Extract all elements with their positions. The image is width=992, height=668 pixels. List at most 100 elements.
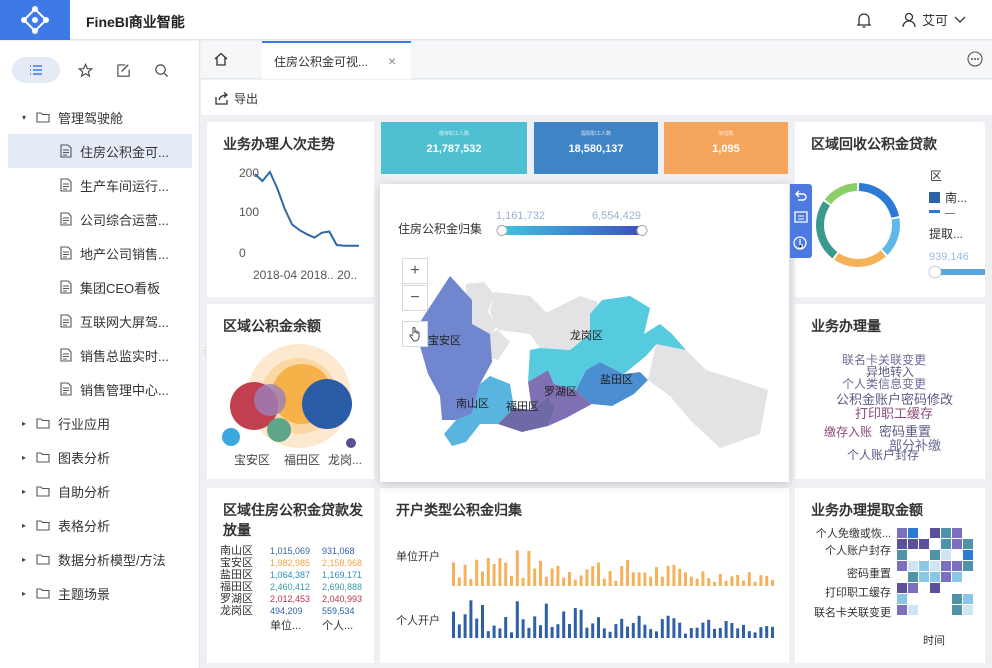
- app-logo[interactable]: [0, 0, 70, 40]
- bar-personal: [533, 616, 537, 638]
- caret-right-icon[interactable]: ▸: [22, 555, 30, 564]
- word-5: 缴存入账: [824, 425, 873, 439]
- bar-personal: [562, 611, 566, 638]
- sidebar-item-14[interactable]: ▸ 主题场景: [0, 576, 200, 610]
- sidebar-tab-edit[interactable]: [110, 57, 136, 83]
- bar-unit: [608, 570, 612, 586]
- sidebar-item-10[interactable]: ▸ 图表分析: [0, 440, 200, 474]
- bar-unit: [631, 572, 635, 586]
- balance-card: 区域公积金余额 宝安区 福田区 龙岗...: [207, 304, 374, 479]
- more-icon[interactable]: [967, 51, 983, 70]
- bar-personal: [707, 619, 711, 638]
- bar-personal: [689, 628, 693, 638]
- bar-unit: [684, 572, 687, 586]
- sidebar-item-label: 销售总监实时...: [80, 348, 169, 364]
- bar-personal: [759, 627, 763, 638]
- export-button[interactable]: 导出: [215, 90, 258, 107]
- sidebar-item-0[interactable]: ▾ 管理驾驶舱: [0, 100, 200, 134]
- kpi-tile-1[interactable]: 提取职工人数 18,580,137: [534, 122, 658, 174]
- top-bar: FineBI商业智能 艾可: [0, 0, 992, 40]
- bar-unit: [521, 577, 525, 586]
- kpi-tile-0[interactable]: 缴存职工人数 21,787,532: [381, 122, 527, 174]
- caret-right-icon[interactable]: ▸: [22, 453, 30, 462]
- bell-icon[interactable]: [856, 11, 872, 32]
- bar-personal: [678, 622, 682, 638]
- sidebar-item-label: 生产车间运行...: [80, 178, 169, 194]
- row-label-0: 个人免缴或恢...: [816, 526, 891, 540]
- sidebar-item-8[interactable]: 销售管理中心...: [0, 372, 200, 406]
- tab-dashboard[interactable]: 住房公积金可视... ×: [262, 41, 411, 79]
- bar-personal: [637, 615, 641, 638]
- bar-personal: [573, 608, 577, 638]
- document-icon: [60, 348, 72, 362]
- table-cell: 931,068: [322, 546, 355, 556]
- table-footer: 单位... 个人...: [220, 617, 372, 632]
- bar-unit: [568, 571, 571, 586]
- sidebar-tab-directory[interactable]: [12, 57, 60, 83]
- sidebar-item-label: 主题场景: [58, 586, 111, 602]
- sidebar-item-7[interactable]: 销售总监实时...: [0, 338, 200, 372]
- balance-bubble-chart: 宝安区 福田区 龙岗...: [222, 344, 362, 467]
- bar-personal: [666, 615, 670, 638]
- trend-x-label: 2018-04 2018.. 20..: [253, 268, 357, 282]
- series-label-1: 个人开户: [396, 613, 440, 627]
- table-cell: 宝安区: [220, 557, 253, 569]
- heat-cell: [908, 605, 918, 615]
- sidebar-item-label: 互联网大屏驾...: [80, 314, 169, 330]
- sidebar-item-13[interactable]: ▸ 数据分析模型/方法: [0, 542, 200, 576]
- map-region-gray-4: [648, 344, 768, 448]
- table-cell: 福田区: [220, 581, 253, 593]
- bar-unit: [498, 558, 502, 586]
- bar-unit: [747, 572, 751, 586]
- caret-right-icon[interactable]: ▸: [22, 589, 30, 598]
- sidebar-tab-favorites[interactable]: [72, 57, 98, 83]
- sidebar-item-label: 住房公积金可...: [80, 144, 169, 160]
- caret-right-icon[interactable]: ▸: [22, 419, 30, 428]
- caret-down-icon[interactable]: ▾: [22, 113, 30, 122]
- cursor-hand-icon[interactable]: [793, 236, 807, 250]
- heat-cell: [897, 528, 907, 538]
- comment-icon[interactable]: [794, 211, 808, 223]
- bar-unit: [481, 571, 484, 586]
- bar-personal: [515, 601, 519, 638]
- sidebar-item-5[interactable]: 集团CEO看板: [0, 270, 200, 304]
- bar-personal: [498, 628, 502, 638]
- sidebar-item-4[interactable]: 地产公司销售...: [0, 236, 200, 270]
- kpi-tile-2[interactable]: 单位数 1,095: [664, 122, 788, 174]
- caret-right-icon[interactable]: ▸: [22, 487, 30, 496]
- select-tool-button[interactable]: [402, 321, 428, 347]
- bar-personal: [753, 632, 757, 638]
- sidebar-item-9[interactable]: ▸ 行业应用: [0, 406, 200, 440]
- heat-cell: [963, 528, 973, 538]
- sidebar-item-6[interactable]: 互联网大屏驾...: [0, 304, 200, 338]
- sidebar-item-11[interactable]: ▸ 自助分析: [0, 474, 200, 508]
- folder-icon: [36, 418, 50, 429]
- heat-cell: [930, 605, 940, 615]
- legend-item-2: —: [945, 208, 955, 219]
- sidebar-item-12[interactable]: ▸ 表格分析: [0, 508, 200, 542]
- bar-unit: [539, 560, 542, 586]
- caret-right-icon[interactable]: ▸: [22, 521, 30, 530]
- user-menu[interactable]: 艾可: [902, 10, 966, 29]
- sidebar-item-2[interactable]: 生产车间运行...: [0, 168, 200, 202]
- bar-unit: [759, 575, 763, 586]
- close-icon[interactable]: ×: [388, 53, 396, 69]
- bar-personal: [672, 618, 676, 638]
- bar-unit: [550, 568, 554, 586]
- toolbar: 导出: [201, 80, 992, 116]
- home-tab[interactable]: [213, 51, 229, 70]
- undo-icon[interactable]: [795, 190, 807, 201]
- y-tick-200: 200: [239, 166, 259, 180]
- sidebar-item-3[interactable]: 公司综合运营...: [0, 202, 200, 236]
- sidebar-tab-search[interactable]: [148, 57, 174, 83]
- document-icon: [60, 178, 72, 192]
- sidebar-item-1[interactable]: 住房公积金可...: [8, 134, 192, 168]
- business-card: 业务办理量 联名卡关联变更 异地转入 个人类信息变更 公积金账户密码修改 打印职…: [795, 304, 985, 479]
- list-icon: [30, 65, 42, 75]
- heat-cell: [963, 583, 973, 593]
- document-icon: [60, 144, 72, 158]
- word-8: 个人账户封存: [847, 448, 920, 462]
- zoom-in-button[interactable]: +: [402, 258, 428, 284]
- donut-slice: [816, 201, 838, 259]
- zoom-out-button[interactable]: −: [402, 285, 428, 311]
